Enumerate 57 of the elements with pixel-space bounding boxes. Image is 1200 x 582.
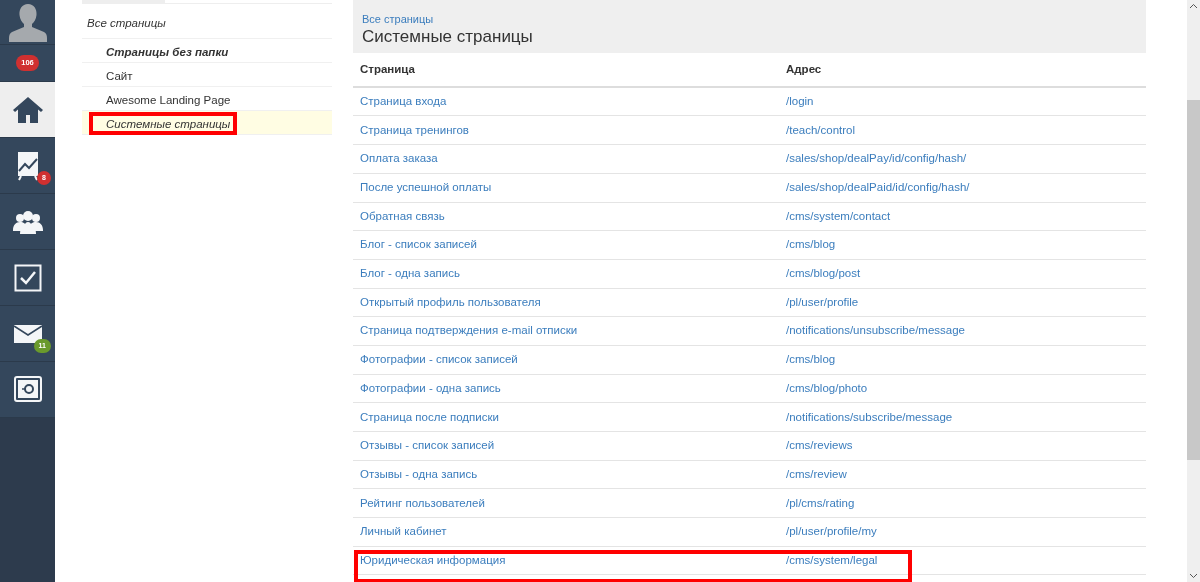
page-link[interactable]: Блог - одна запись <box>360 267 460 280</box>
page-link[interactable]: Личный кабинет <box>360 525 447 538</box>
column-header: Страница <box>353 53 779 88</box>
breadcrumb-link[interactable]: Все страницы <box>362 11 1137 28</box>
page-link[interactable]: После успешной оплаты <box>360 181 492 194</box>
page-link[interactable]: Фотографии - список записей <box>360 353 518 366</box>
address-link[interactable]: /cms/review <box>786 467 847 480</box>
folder-item[interactable]: Системные страницы <box>82 111 332 136</box>
sidebar-item[interactable] <box>0 82 55 138</box>
folder-item[interactable]: Страницы без папки <box>82 39 332 64</box>
address-link[interactable]: /cms/blog <box>786 238 836 251</box>
page-link[interactable]: Страница тренингов <box>360 123 469 136</box>
page-link[interactable]: Отзывы - список записей <box>360 439 495 452</box>
address-link[interactable]: /pl/user/profile <box>786 295 859 308</box>
scrollbar[interactable] <box>1187 0 1200 582</box>
address-link[interactable]: /pl/user/profile/my <box>786 525 877 538</box>
sidebar-item[interactable] <box>0 250 55 306</box>
mail-icon <box>13 324 42 343</box>
home-icon <box>12 95 43 124</box>
address-link[interactable]: /notifications/subscribe/message <box>786 410 953 423</box>
address-link[interactable]: /cms/blog/photo <box>786 381 868 394</box>
page-link[interactable]: Страница подтверждения e-mail отписки <box>360 324 578 337</box>
page-title: Системные страницы <box>362 27 534 47</box>
address-link[interactable]: /cms/system/contact <box>786 209 891 222</box>
address-link[interactable]: /cms/blog <box>786 353 836 366</box>
page-link[interactable]: Отзывы - одна запись <box>360 467 478 480</box>
address-link[interactable]: /cms/reviews <box>786 439 853 452</box>
page-link[interactable]: Блог - список записей <box>360 238 477 251</box>
page-link[interactable]: Страница после подписки <box>360 410 499 423</box>
people-icon <box>12 209 43 234</box>
folder-link[interactable]: Все страницы <box>82 4 332 40</box>
address-link[interactable]: /login <box>786 95 814 108</box>
page-link[interactable]: Фотографии - одна запись <box>360 381 501 394</box>
sidebar-item[interactable] <box>0 362 55 418</box>
folder-item[interactable]: Сайт <box>82 63 332 88</box>
page-link[interactable]: Юридическая информация <box>360 553 506 566</box>
address-link[interactable]: /cms/blog/post <box>786 267 861 280</box>
column-header: Адрес <box>779 53 1146 88</box>
page-link[interactable]: Рейтинг пользователей <box>360 496 485 509</box>
page-link[interactable]: Открытый профиль пользователя <box>360 295 541 308</box>
safe-icon <box>13 375 42 404</box>
scroll-down-icon[interactable] <box>1190 572 1197 579</box>
page-link[interactable]: Обратная связь <box>360 209 445 222</box>
address-link[interactable]: /teach/control <box>786 123 856 136</box>
user-icon <box>8 2 47 42</box>
address-link[interactable]: /sales/shop/dealPaid/id/config/hash/ <box>786 181 970 194</box>
address-link[interactable]: /pl/cms/rating <box>786 496 855 509</box>
address-link[interactable]: /sales/shop/dealPay/id/config/hash/ <box>786 152 967 165</box>
address-link[interactable]: /notifications/unsubscribe/message <box>786 324 965 337</box>
scroll-up-icon[interactable] <box>1190 3 1197 10</box>
address-link[interactable]: /cms/system/legal <box>786 553 878 566</box>
chart-icon <box>15 150 40 181</box>
checkbox-icon <box>13 263 42 292</box>
sidebar-item[interactable] <box>0 0 55 45</box>
page-link[interactable]: Страница входа <box>360 95 447 108</box>
page-link[interactable]: Оплата заказа <box>360 152 438 165</box>
sidebar-item[interactable] <box>0 194 55 250</box>
